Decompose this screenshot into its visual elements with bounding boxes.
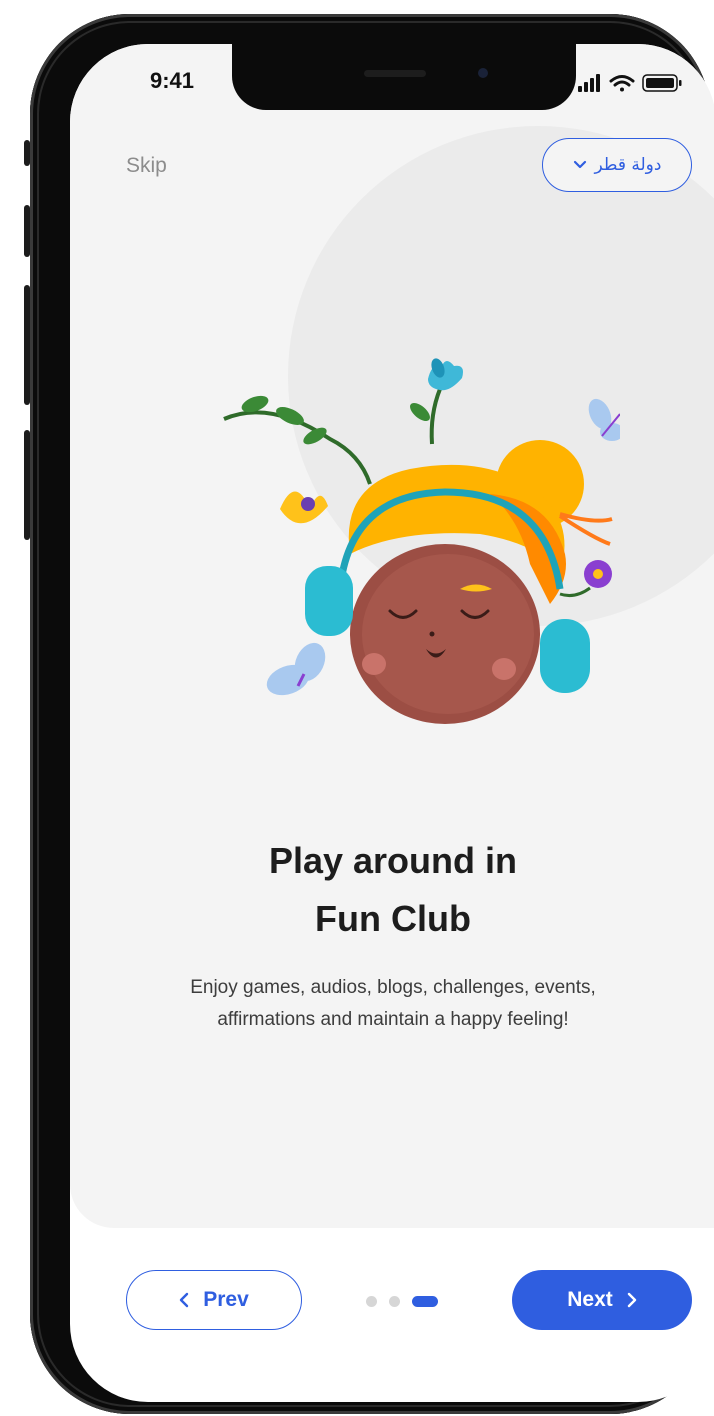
prev-label: Prev (203, 1288, 249, 1311)
page-indicator (366, 1295, 438, 1307)
next-label: Next (567, 1288, 613, 1311)
language-label: دولة قطر (594, 155, 662, 175)
next-button[interactable]: Next (512, 1270, 692, 1330)
title-line-2: Fun Club (315, 898, 471, 939)
front-camera (478, 68, 488, 78)
signal-icon (578, 74, 600, 92)
purple-flower (559, 560, 612, 597)
butterfly-bottom (266, 642, 326, 696)
speaker-grille (364, 70, 426, 77)
blue-flower (428, 358, 463, 391)
wifi-icon (609, 75, 635, 92)
yellow-daisy (280, 491, 328, 524)
language-selector[interactable]: دولة قطر (542, 138, 692, 192)
girl-headphones-illustration (223, 358, 620, 724)
status-icons (578, 74, 682, 92)
phone-frame: 9:41 Skip دولة قطر Play around in Fun Cl… (30, 14, 714, 1414)
butterfly-top (588, 398, 620, 441)
page-dot-1 (366, 1295, 377, 1307)
skip-button[interactable]: Skip (126, 154, 167, 178)
chevron-right-icon (627, 1292, 636, 1308)
page-dot-2 (389, 1295, 400, 1307)
prev-button[interactable]: Prev (126, 1270, 302, 1330)
slide-title: Play around in Fun Club (70, 832, 714, 948)
page-dot-3-active (412, 1295, 438, 1307)
chevron-left-icon (180, 1292, 189, 1308)
chevron-down-icon (573, 160, 586, 169)
battery-icon (642, 74, 682, 92)
notch (232, 44, 576, 110)
slide-description: Enjoy games, audios, blogs, challenges, … (190, 977, 596, 1030)
status-time: 9:41 (150, 68, 195, 93)
title-line-1: Play around in (268, 840, 518, 881)
phone-screen: 9:41 Skip دولة قطر Play around in Fun Cl… (70, 44, 714, 1402)
